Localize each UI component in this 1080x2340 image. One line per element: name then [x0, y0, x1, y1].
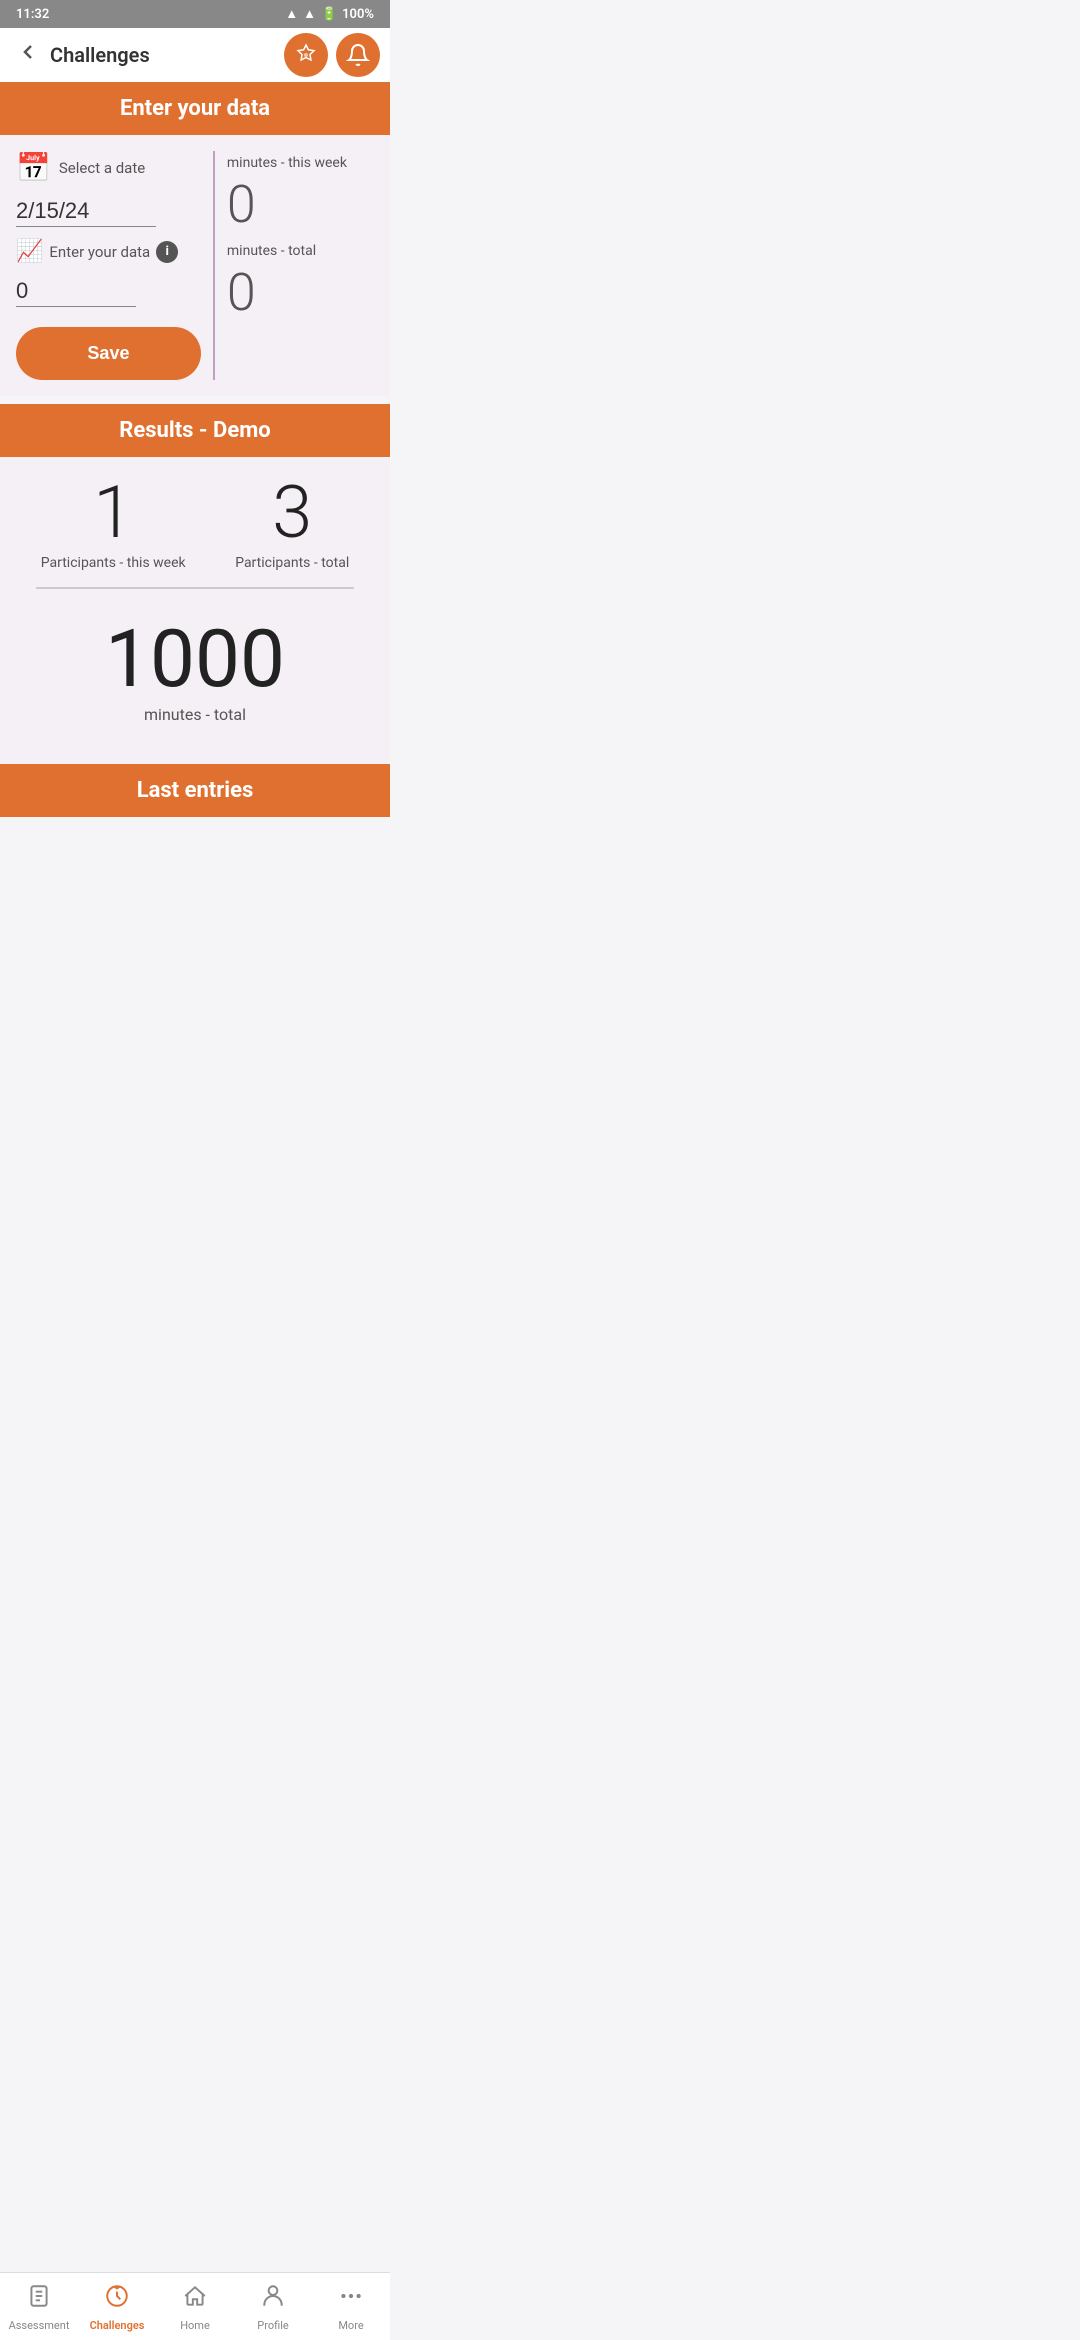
- nav-item-challenges[interactable]: Challenges: [78, 2273, 156, 2340]
- participants-week-value: 1: [41, 477, 186, 549]
- participants-total-value: 3: [235, 477, 349, 549]
- nav-label-assessment: Assessment: [9, 2319, 70, 2332]
- minutes-week-value: 0: [227, 179, 374, 231]
- battery-percent: 100%: [342, 7, 374, 22]
- data-value-input[interactable]: [16, 276, 136, 307]
- nav-label-home: Home: [180, 2319, 210, 2332]
- chart-icon: 📈: [16, 239, 43, 264]
- home-icon: [182, 2283, 208, 2315]
- participants-week-label: Participants - this week: [41, 555, 186, 571]
- date-row: 📅 Select a date: [16, 151, 201, 184]
- battery-icon: 🔋: [321, 7, 337, 22]
- nav-item-assessment[interactable]: Assessment: [0, 2273, 78, 2340]
- total-minutes-value: 1000: [16, 619, 374, 699]
- participants-week-item: 1 Participants - this week: [41, 477, 186, 571]
- results-grid: 1 Participants - this week 3 Participant…: [16, 477, 374, 571]
- page-title: Challenges: [50, 43, 150, 67]
- minutes-week-label: minutes - this week: [227, 155, 374, 171]
- badge-icon: [294, 43, 318, 67]
- left-panel: 📅 Select a date 📈 Enter your data i Save: [16, 151, 201, 380]
- enter-data-header: Enter your data: [0, 82, 390, 135]
- data-input-label: Enter your data: [49, 243, 150, 261]
- results-section: 1 Participants - this week 3 Participant…: [0, 457, 390, 764]
- nav-label-more: More: [338, 2319, 363, 2332]
- assessment-icon: [26, 2283, 52, 2315]
- participants-total-label: Participants - total: [235, 555, 349, 571]
- save-button[interactable]: Save: [16, 327, 201, 380]
- back-button[interactable]: [16, 40, 40, 70]
- date-input[interactable]: [16, 196, 156, 227]
- bell-icon: [346, 43, 370, 67]
- challenges-icon: [104, 2283, 130, 2315]
- status-time: 11:32: [16, 7, 49, 22]
- last-entries-header: Last entries: [0, 764, 390, 817]
- more-icon: [338, 2283, 364, 2315]
- info-icon[interactable]: i: [156, 241, 178, 263]
- total-minutes-section: 1000 minutes - total: [16, 609, 374, 744]
- bottom-nav: Assessment Challenges Home Profile: [0, 2272, 390, 2340]
- nav-label-challenges: Challenges: [90, 2319, 145, 2332]
- calendar-icon: 📅: [16, 151, 51, 184]
- signal-icon: ▲: [303, 6, 316, 22]
- wifi-icon: ▲: [285, 6, 298, 22]
- participants-total-item: 3 Participants - total: [235, 477, 349, 571]
- total-minutes-label: minutes - total: [16, 705, 374, 724]
- profile-icon: [260, 2283, 286, 2315]
- results-header: Results - Demo: [0, 404, 390, 457]
- nav-label-profile: Profile: [257, 2319, 288, 2332]
- minutes-total-value: 0: [227, 267, 374, 319]
- divider: [36, 587, 354, 589]
- nav-actions: [284, 33, 380, 77]
- nav-item-more[interactable]: More: [312, 2273, 390, 2340]
- data-row: 📈 Enter your data i: [16, 239, 201, 264]
- right-panel: minutes - this week 0 minutes - total 0: [213, 151, 374, 380]
- status-bar: 11:32 ▲ ▲ 🔋 100%: [0, 0, 390, 28]
- notification-button[interactable]: [336, 33, 380, 77]
- minutes-total-label: minutes - total: [227, 243, 374, 259]
- nav-item-home[interactable]: Home: [156, 2273, 234, 2340]
- bottom-spacer: [0, 817, 390, 887]
- status-right: ▲ ▲ 🔋 100%: [285, 6, 374, 22]
- nav-item-profile[interactable]: Profile: [234, 2273, 312, 2340]
- badge-button[interactable]: [284, 33, 328, 77]
- date-label: Select a date: [59, 159, 145, 177]
- enter-data-section: 📅 Select a date 📈 Enter your data i Save…: [0, 135, 390, 396]
- top-nav: Challenges: [0, 28, 390, 82]
